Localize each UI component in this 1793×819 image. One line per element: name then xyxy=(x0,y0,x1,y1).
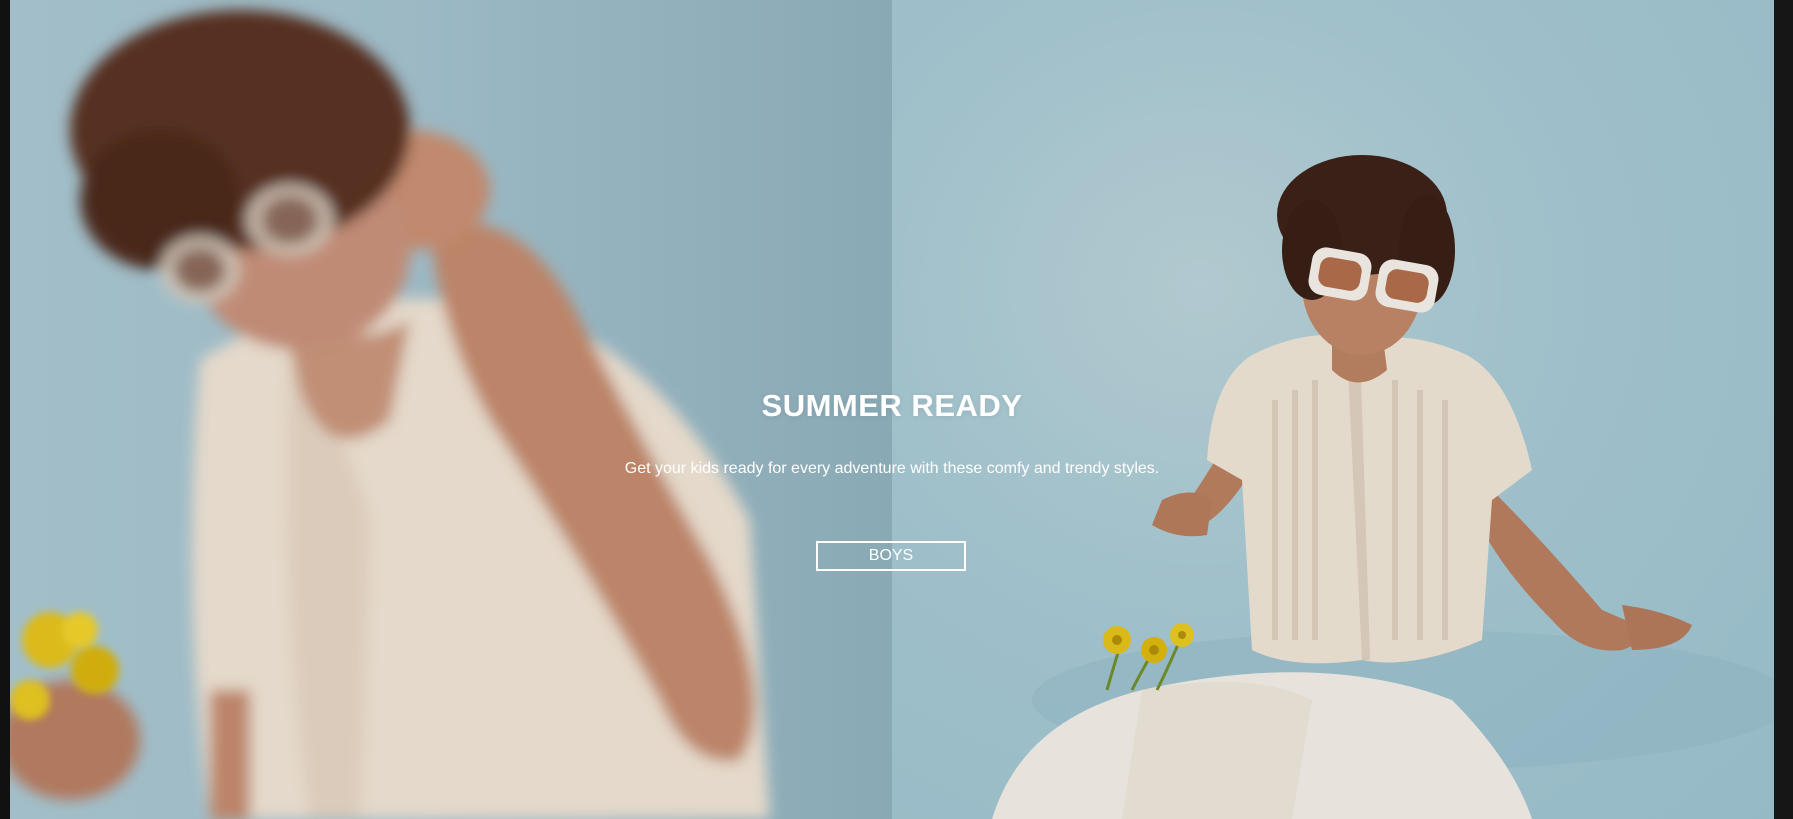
page-edge xyxy=(1774,0,1793,819)
hero-subtitle: Get your kids ready for every adventure … xyxy=(624,460,1160,477)
hero-content: SUMMER READY Get your kids ready for eve… xyxy=(0,0,1784,819)
hero-title: SUMMER READY xyxy=(761,388,1023,423)
boys-button[interactable]: BOYS xyxy=(816,541,966,571)
